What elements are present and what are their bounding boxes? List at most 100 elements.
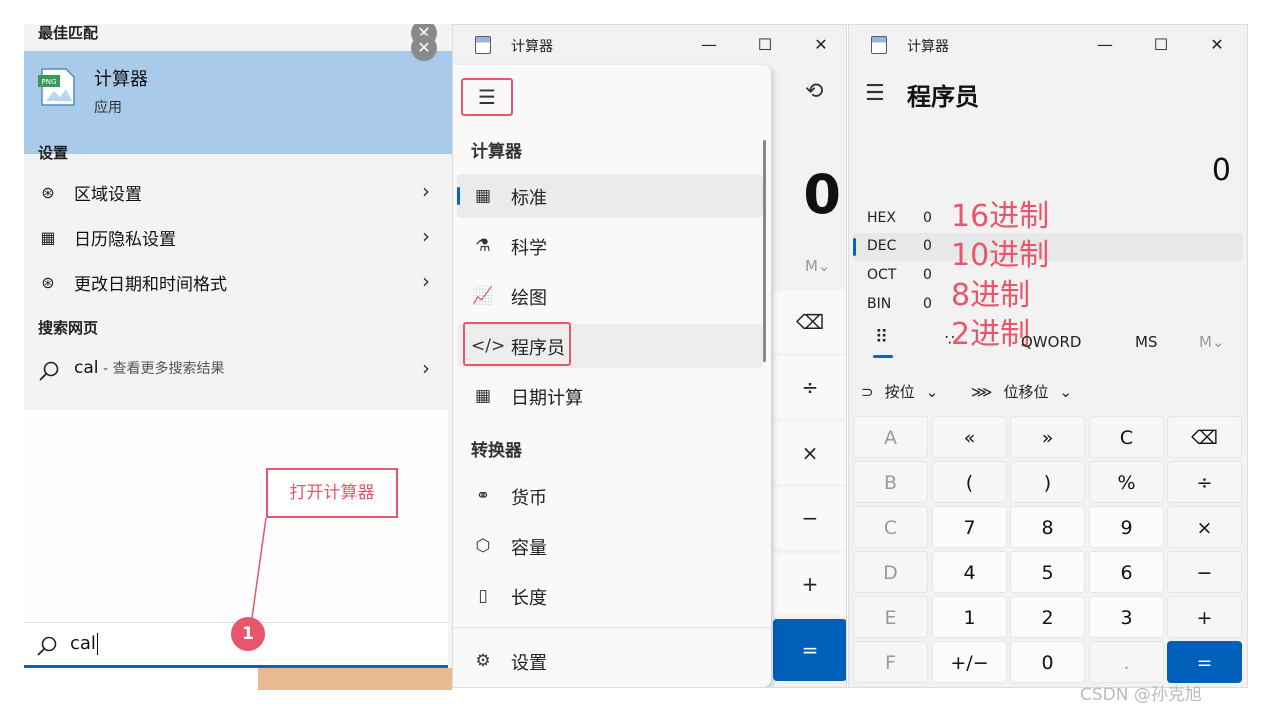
nav-item-length[interactable]: ▯ 长度: [457, 574, 763, 618]
key-equals[interactable]: =: [1167, 641, 1242, 683]
nav-item-label: 长度: [511, 588, 547, 609]
window-title: 计算器: [907, 39, 949, 55]
key-hex-b[interactable]: B: [853, 461, 928, 503]
key-negate[interactable]: +/−: [932, 641, 1007, 683]
key-7[interactable]: 7: [932, 506, 1007, 548]
nav-item-date-calculation[interactable]: ▦ 日期计算: [457, 374, 763, 418]
nav-item-label: 科学: [511, 238, 547, 259]
key-divide[interactable]: ÷: [1167, 461, 1242, 503]
key-0[interactable]: 0: [1010, 641, 1085, 683]
key-8[interactable]: 8: [1010, 506, 1085, 548]
wallpaper-strip: [258, 668, 452, 690]
key-3[interactable]: 3: [1089, 596, 1164, 638]
memory-menu-button[interactable]: M⌄: [805, 257, 831, 275]
full-keypad-tab-icon[interactable]: ⠿: [875, 327, 888, 348]
key-shift-left[interactable]: «: [932, 416, 1007, 458]
nav-item-standard[interactable]: ▦ 标准: [457, 174, 763, 218]
key-hex-a[interactable]: A: [853, 416, 928, 458]
search-icon: [37, 636, 57, 656]
radix-value: 0: [923, 238, 932, 254]
key-1[interactable]: 1: [932, 596, 1007, 638]
key-6[interactable]: 6: [1089, 551, 1164, 593]
search-query: cal: [70, 633, 96, 654]
nav-item-currency[interactable]: ⚭ 货币: [457, 474, 763, 518]
key-clear[interactable]: C: [1089, 416, 1164, 458]
word-size-button[interactable]: QWORD: [1021, 333, 1081, 351]
key-hex-e[interactable]: E: [853, 596, 928, 638]
key-5[interactable]: 5: [1010, 551, 1085, 593]
key-multiply[interactable]: ×: [1167, 506, 1242, 548]
bitwise-dropdown[interactable]: ⊃ 按位 ⌄: [861, 381, 938, 402]
selection-indicator: [457, 187, 460, 205]
equals-button[interactable]: =: [773, 619, 846, 681]
title-bar[interactable]: 计算器 — ☐ ✕: [849, 25, 1247, 65]
key-hex-c[interactable]: C: [853, 506, 928, 548]
flask-icon: ⚗: [475, 236, 491, 256]
nav-item-settings[interactable]: ⚙ 设置: [457, 639, 763, 683]
close-button[interactable]: ✕: [807, 31, 835, 59]
calculator-window-programmer: 计算器 — ☐ ✕ ☰ 程序员 0 HEX 0 DEC 0 OCT 0 BIN …: [848, 24, 1248, 688]
key-9[interactable]: 9: [1089, 506, 1164, 548]
nav-item-scientific[interactable]: ⚗ 科学: [457, 224, 763, 268]
window-title: 计算器: [511, 39, 553, 55]
key-subtract[interactable]: −: [1167, 551, 1242, 593]
backspace-button[interactable]: ⌫: [773, 291, 846, 353]
selection-indicator: [853, 238, 856, 256]
key-2[interactable]: 2: [1010, 596, 1085, 638]
add-button[interactable]: +: [773, 553, 846, 615]
key-backspace[interactable]: ⌫: [1167, 416, 1242, 458]
key-open-paren[interactable]: (: [932, 461, 1007, 503]
bitshift-icon: ⋙: [971, 383, 993, 401]
key-modulo[interactable]: %: [1089, 461, 1164, 503]
radix-value: 0: [923, 210, 932, 226]
hamburger-icon[interactable]: ☰: [865, 81, 885, 106]
key-close-paren[interactable]: ): [1010, 461, 1085, 503]
annotation-highlight: [463, 322, 571, 366]
bitshift-dropdown[interactable]: ⋙ 位移位 ⌄: [971, 381, 1072, 402]
bit-toggle-keypad-icon[interactable]: ∵: [945, 331, 955, 349]
hamburger-icon: ☰: [478, 85, 496, 109]
nav-item-graphing[interactable]: 📈 绘图: [457, 274, 763, 318]
start-search-panel: 最佳匹配 PNG 计算器 应用 ✕ ✕ 设置 ⊛ 区域设置 › ▦ 日历隐私设置…: [24, 24, 452, 690]
scrollbar[interactable]: [763, 140, 766, 362]
memory-menu-button[interactable]: M⌄: [1199, 333, 1225, 351]
key-4[interactable]: 4: [932, 551, 1007, 593]
display-value: 0: [803, 163, 841, 226]
memory-store-button[interactable]: MS: [1135, 333, 1157, 351]
taskbar-strip: [24, 668, 452, 690]
nav-item-volume[interactable]: ⬡ 容量: [457, 524, 763, 568]
history-icon[interactable]: ⟲: [805, 79, 823, 104]
chevron-down-icon: ⌄: [925, 383, 939, 401]
title-bar[interactable]: 计算器 — ☐ ✕: [453, 25, 846, 65]
key-shift-right[interactable]: »: [1010, 416, 1085, 458]
nav-item-label: 标准: [511, 188, 547, 209]
key-hex-f[interactable]: F: [853, 641, 928, 683]
nav-section-converter: 转换器: [471, 441, 522, 461]
calculator-window-standard: 计算器 — ☐ ✕ ⟲ 0 M⌄ ⌫ ÷ × − + = ☰ 计算器 ▦ 标准 …: [452, 24, 847, 688]
subtract-button[interactable]: −: [773, 487, 846, 549]
calculator-icon: [871, 36, 887, 54]
menu-button[interactable]: ☰: [461, 78, 513, 116]
logic-gate-icon: ⊃: [861, 383, 874, 401]
minimize-button[interactable]: —: [695, 31, 723, 59]
calculator-icon: ▦: [474, 186, 492, 206]
key-hex-d[interactable]: D: [853, 551, 928, 593]
chevron-down-icon: ⌄: [1059, 383, 1073, 401]
radix-row-bin[interactable]: BIN 0: [853, 291, 1243, 319]
annotation-bin: 2进制: [951, 317, 1031, 352]
divide-button[interactable]: ÷: [773, 356, 846, 418]
minimize-button[interactable]: —: [1091, 31, 1119, 59]
close-button[interactable]: ✕: [1203, 31, 1231, 59]
radix-name: HEX: [867, 210, 896, 226]
maximize-button[interactable]: ☐: [751, 31, 779, 59]
multiply-button[interactable]: ×: [773, 422, 846, 484]
annotation-hex: 16进制: [951, 199, 1050, 234]
divider: [453, 627, 771, 628]
annotation-dec: 10进制: [951, 238, 1050, 273]
key-decimal[interactable]: .: [1089, 641, 1164, 683]
nav-section-calculator: 计算器: [471, 142, 522, 162]
radix-value: 0: [923, 267, 932, 283]
calendar-icon: ▦: [474, 386, 492, 406]
maximize-button[interactable]: ☐: [1147, 31, 1175, 59]
key-add[interactable]: +: [1167, 596, 1242, 638]
